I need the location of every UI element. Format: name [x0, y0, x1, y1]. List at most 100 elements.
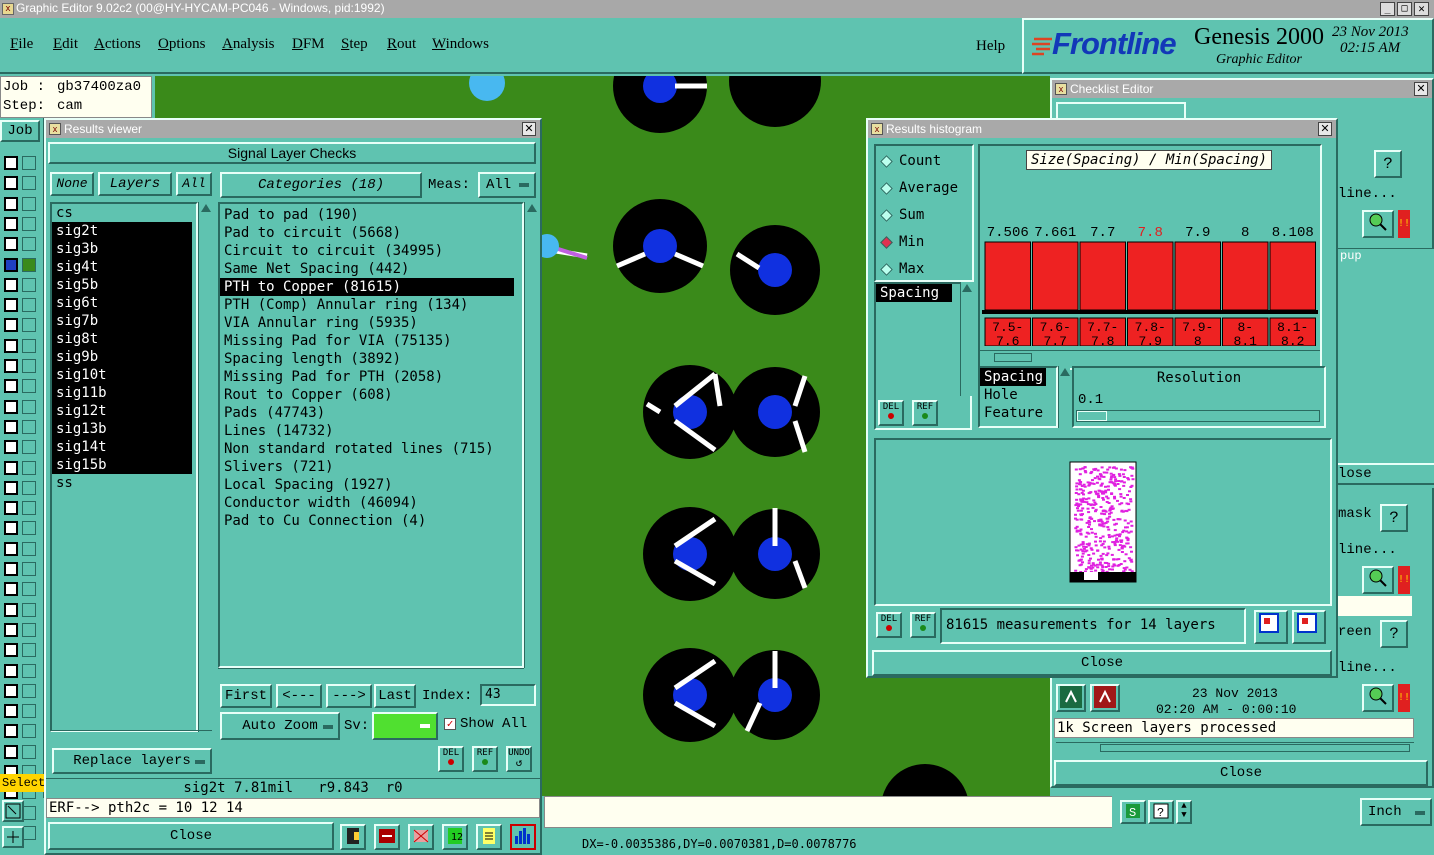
layer-checkbox[interactable]: [4, 298, 18, 313]
layer-strip-row[interactable]: [0, 174, 40, 192]
menu-dfm[interactable]: DFM: [292, 36, 325, 53]
histogram-toggle-button[interactable]: [510, 824, 536, 850]
measure-type-item[interactable]: Hole: [980, 386, 1046, 404]
layer-checkbox[interactable]: [4, 501, 18, 516]
measure-list-scrollbar[interactable]: [960, 282, 972, 396]
categories-scrollbar[interactable]: [524, 202, 538, 668]
layer-checkbox[interactable]: [4, 582, 18, 597]
help-menu[interactable]: Help: [976, 38, 1005, 55]
category-list-item[interactable]: Pad to Cu Connection (4): [220, 512, 514, 530]
all-layers-button[interactable]: All: [176, 172, 212, 196]
category-list-item[interactable]: Lines (14732): [220, 422, 514, 440]
categories-hscroll[interactable]: [218, 668, 524, 680]
units-select[interactable]: Inch: [1360, 798, 1432, 826]
menu-file[interactable]: File: [10, 36, 33, 53]
layer-checkbox[interactable]: [4, 724, 18, 739]
replace-layers-select[interactable]: Replace layers: [52, 748, 212, 774]
layer-checkbox[interactable]: [4, 683, 18, 698]
layer-strip-row[interactable]: [0, 519, 40, 537]
menu-analysis[interactable]: Analysis: [222, 36, 275, 53]
auto-zoom-select[interactable]: Auto Zoom: [220, 712, 340, 740]
layer-list-item[interactable]: sig4t: [52, 258, 192, 276]
layer-strip-row[interactable]: [0, 560, 40, 578]
measure-type-item[interactable]: Feature: [980, 404, 1046, 422]
checklist-close-button[interactable]: Close: [1054, 760, 1428, 786]
layer-strip-row[interactable]: [0, 540, 40, 558]
spin-button[interactable]: ▲ ▼: [1176, 800, 1192, 824]
radio-min[interactable]: Min: [876, 231, 972, 258]
category-list-item[interactable]: Rout to Copper (608): [220, 386, 514, 404]
category-list-item[interactable]: PTH to Copper (81615): [220, 278, 514, 296]
layer-strip-row[interactable]: [0, 398, 40, 416]
category-list-item[interactable]: Circuit to circuit (34995): [220, 242, 514, 260]
measure-list-item[interactable]: Spacing: [876, 284, 952, 302]
export-button-2[interactable]: [1292, 610, 1326, 644]
category-list-item[interactable]: Local Spacing (1927): [220, 476, 514, 494]
histogram-bar[interactable]: [1222, 241, 1269, 311]
layer-checkbox[interactable]: [4, 237, 18, 252]
layers-list[interactable]: cs sig2t sig3b sig4t sig5b sig6t sig7b sig8t sig…: [50, 202, 198, 732]
layer-strip-row[interactable]: [0, 601, 40, 619]
category-list-item[interactable]: Pad to circuit (5668): [220, 224, 514, 242]
layer-strip-row[interactable]: [0, 499, 40, 517]
layer-strip-row[interactable]: [0, 215, 40, 233]
layer-strip-row[interactable]: [0, 357, 40, 375]
ref-button[interactable]: REF: [472, 746, 498, 772]
run-icon-button[interactable]: [1056, 684, 1086, 712]
undo-button[interactable]: UNDO ↺: [506, 746, 532, 772]
layers-hscroll[interactable]: [50, 730, 212, 740]
layer-checkbox[interactable]: [4, 216, 18, 231]
layers-button[interactable]: Layers: [98, 172, 172, 196]
layer-list-item[interactable]: sig13b: [52, 420, 192, 438]
layer-strip-row[interactable]: [0, 154, 40, 172]
sv-color-select[interactable]: [372, 712, 438, 740]
histogram-hscroll[interactable]: [980, 350, 1320, 364]
categories-button[interactable]: Categories (18): [220, 172, 422, 198]
layer-strip-row[interactable]: [0, 459, 40, 477]
layer-strip-row[interactable]: [0, 276, 40, 294]
layer-strip-row[interactable]: [0, 702, 40, 720]
layer-strip-row[interactable]: [0, 479, 40, 497]
radio-max[interactable]: Max: [876, 258, 972, 285]
layer-list-item[interactable]: sig10t: [52, 366, 192, 384]
layer-strip-row[interactable]: [0, 722, 40, 740]
layer-checkbox[interactable]: [4, 440, 18, 455]
category-list-item[interactable]: Conductor width (46094): [220, 494, 514, 512]
layer-checkbox[interactable]: [4, 602, 18, 617]
layer-checkbox[interactable]: [4, 704, 18, 719]
del-button[interactable]: DEL: [438, 746, 464, 772]
layer-checkbox[interactable]: [4, 257, 18, 272]
layer-checkbox[interactable]: [4, 521, 18, 536]
layer-checkbox[interactable]: [4, 480, 18, 495]
category-list-item[interactable]: Spacing length (3892): [220, 350, 514, 368]
window-close-button[interactable]: ✕: [1414, 2, 1429, 16]
layer-strip-row[interactable]: [0, 337, 40, 355]
category-list-item[interactable]: Slivers (721): [220, 458, 514, 476]
categories-list[interactable]: Pad to pad (190) Pad to circuit (5668) Cir…: [218, 202, 524, 668]
layer-checkbox[interactable]: [4, 622, 18, 637]
histogram-bar[interactable]: [1174, 241, 1221, 311]
layer-list-item[interactable]: sig12t: [52, 402, 192, 420]
layer-list-item[interactable]: sig8t: [52, 330, 192, 348]
layer-strip-row[interactable]: [0, 641, 40, 659]
maximize-button[interactable]: □: [1397, 2, 1412, 16]
screen-help-button[interactable]: ?: [1380, 620, 1408, 648]
run-icon-button-2[interactable]: [1090, 684, 1120, 712]
layer-checkbox[interactable]: [4, 176, 18, 191]
layer-checkbox[interactable]: [4, 744, 18, 759]
next-button[interactable]: --->: [326, 684, 372, 708]
snap-button[interactable]: S: [1120, 800, 1146, 824]
results-viewer-close-button[interactable]: Close: [48, 822, 334, 850]
hist-ref-button[interactable]: REF: [912, 400, 938, 426]
checklist-close-x[interactable]: ✕: [1414, 82, 1428, 96]
resolution-slider[interactable]: [1076, 410, 1320, 422]
layer-list-item[interactable]: sig7b: [52, 312, 192, 330]
layer-checkbox[interactable]: [4, 541, 18, 556]
layer-strip-row[interactable]: [0, 580, 40, 598]
measure-type-item[interactable]: Spacing: [980, 368, 1046, 386]
mask-help-button[interactable]: ?: [1380, 504, 1408, 532]
layer-strip-row[interactable]: [0, 682, 40, 700]
layer-list-item[interactable]: sig14t: [52, 438, 192, 456]
none-layers-button[interactable]: None: [50, 172, 94, 196]
zoom-button[interactable]: [1362, 684, 1394, 712]
